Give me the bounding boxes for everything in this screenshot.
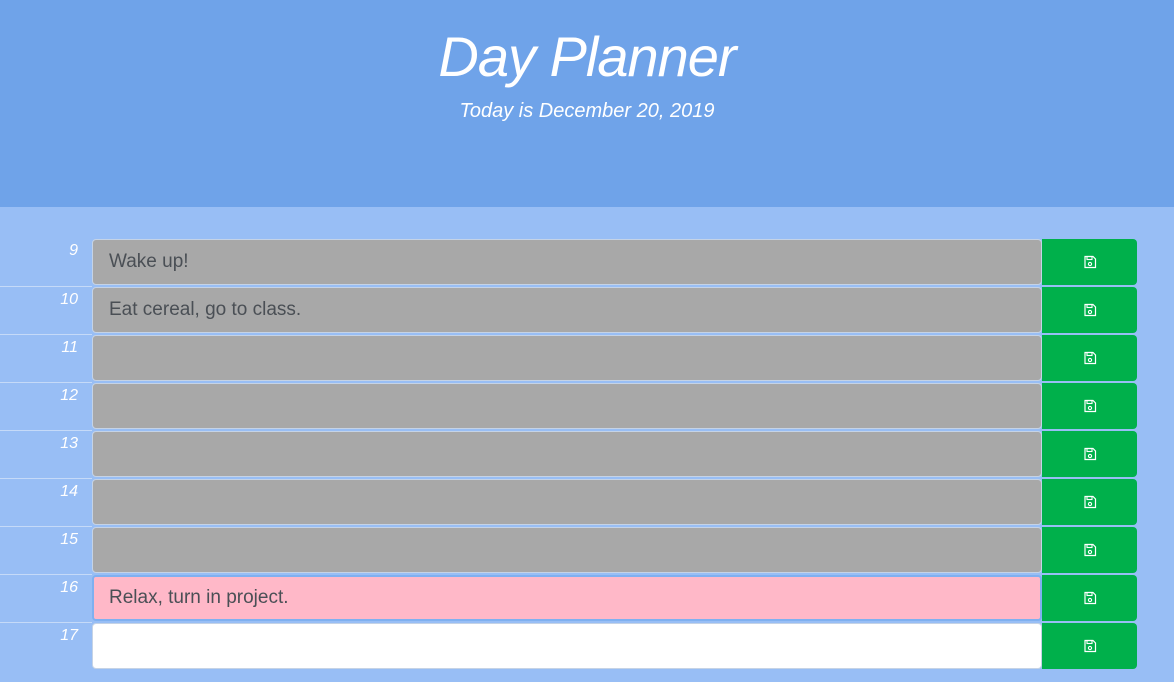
hour-cell: 10 [0, 286, 92, 334]
time-block-row: 11 [0, 334, 1174, 382]
save-icon [1083, 639, 1097, 653]
hour-cell: 16 [0, 574, 92, 622]
hour-label: 12 [60, 387, 78, 404]
hour-label: 17 [60, 627, 78, 644]
hour-cell: 14 [0, 478, 92, 526]
hour-label: 16 [60, 579, 78, 596]
current-date: Today is December 20, 2019 [459, 100, 715, 122]
time-block-row: 16 Relax, turn in project. [0, 574, 1174, 622]
task-input[interactable]: Eat cereal, go to class. [92, 287, 1042, 333]
save-icon [1083, 303, 1097, 317]
save-icon [1083, 255, 1097, 269]
time-block-row: 13 [0, 430, 1174, 478]
page-header: Day Planner Today is December 20, 2019 [0, 0, 1174, 207]
save-icon [1083, 399, 1097, 413]
time-block-row: 10 Eat cereal, go to class. [0, 286, 1174, 334]
task-input[interactable] [92, 383, 1042, 429]
hour-label: 14 [60, 483, 78, 500]
hour-cell: 15 [0, 526, 92, 574]
save-button[interactable] [1042, 479, 1137, 525]
task-input[interactable] [92, 431, 1042, 477]
hour-cell: 13 [0, 430, 92, 478]
save-icon [1083, 591, 1097, 605]
hour-label: 13 [60, 435, 78, 452]
hour-cell: 12 [0, 382, 92, 430]
task-input[interactable] [92, 335, 1042, 381]
time-block-row: 9 Wake up! [0, 238, 1174, 286]
task-input[interactable] [92, 527, 1042, 573]
hour-label: 15 [60, 531, 78, 548]
save-button[interactable] [1042, 383, 1137, 429]
hour-cell: 11 [0, 334, 92, 382]
save-icon [1083, 495, 1097, 509]
task-input[interactable]: Relax, turn in project. [92, 575, 1042, 621]
task-input[interactable]: Wake up! [92, 239, 1042, 285]
time-block-row: 14 [0, 478, 1174, 526]
save-button[interactable] [1042, 335, 1137, 381]
save-button[interactable] [1042, 239, 1137, 285]
hour-label: 10 [60, 291, 78, 308]
time-block-row: 15 [0, 526, 1174, 574]
hour-label: 9 [69, 242, 78, 259]
save-button[interactable] [1042, 527, 1137, 573]
time-block-row: 17 [0, 622, 1174, 670]
page-title: Day Planner [438, 25, 736, 88]
save-button[interactable] [1042, 431, 1137, 477]
task-input[interactable] [92, 623, 1042, 669]
save-icon [1083, 447, 1097, 461]
save-icon [1083, 351, 1097, 365]
hour-cell: 17 [0, 622, 92, 670]
save-button[interactable] [1042, 575, 1137, 621]
save-button[interactable] [1042, 287, 1137, 333]
save-button[interactable] [1042, 623, 1137, 669]
hour-cell: 9 [0, 238, 92, 286]
planner-container: 9 Wake up! 10 Eat cereal, go to class. 1… [0, 238, 1174, 670]
time-block-row: 12 [0, 382, 1174, 430]
save-icon [1083, 543, 1097, 557]
hour-label: 11 [61, 339, 78, 356]
task-input[interactable] [92, 479, 1042, 525]
